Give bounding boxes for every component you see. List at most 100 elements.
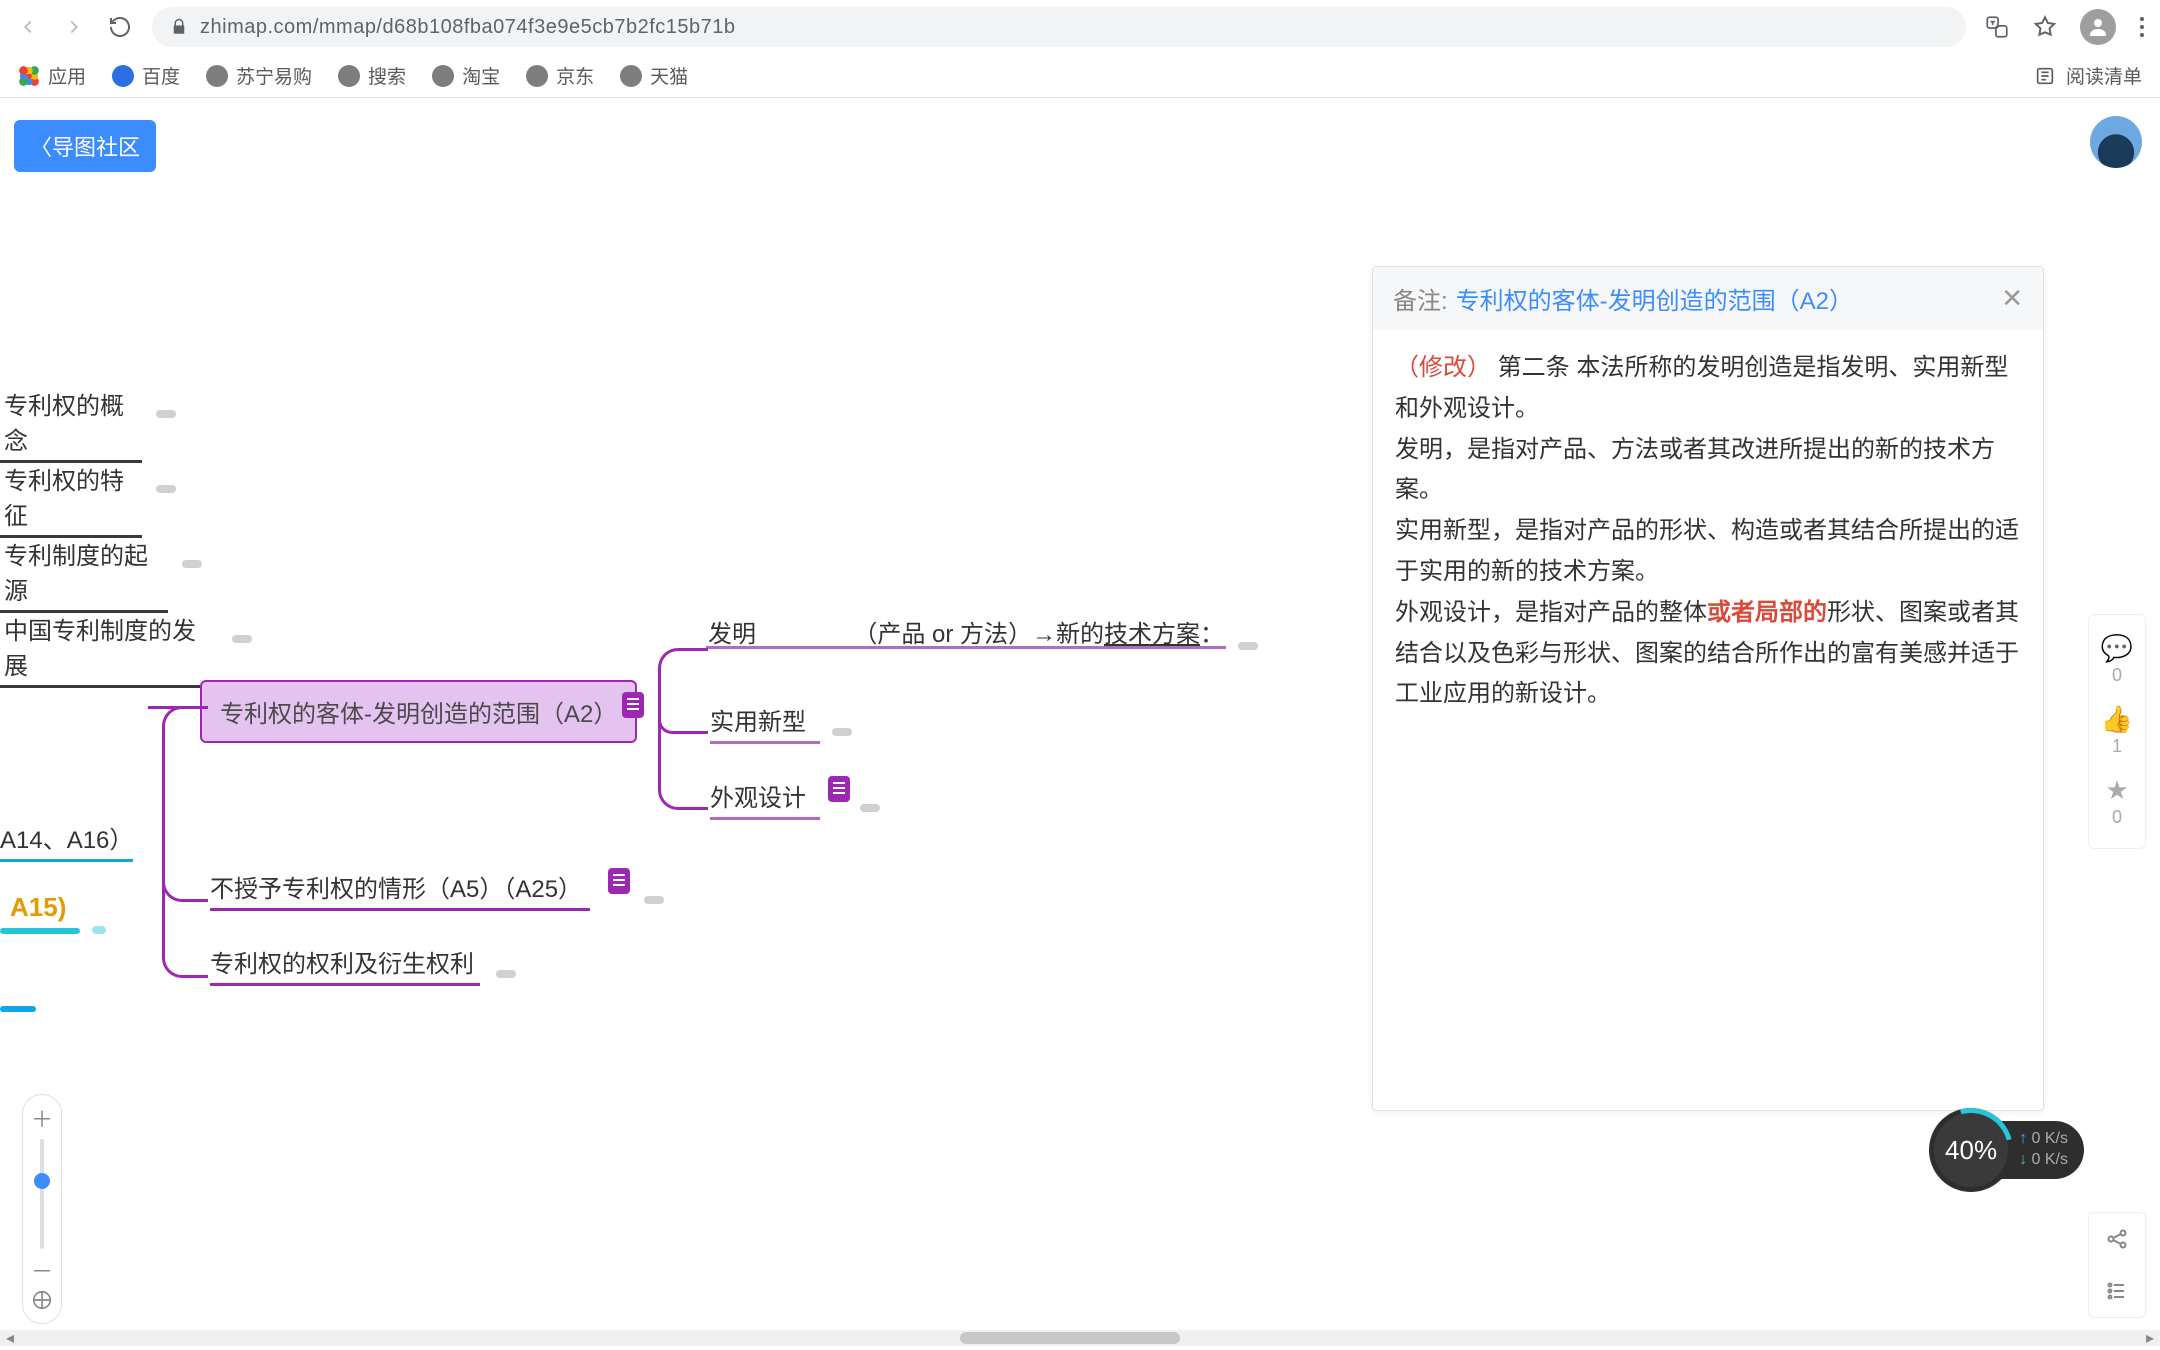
mm-underline — [706, 646, 1226, 649]
a15-underline — [0, 928, 80, 934]
mm-text: （产品 or 方法）→新的 — [853, 621, 1104, 648]
reading-list-icon — [2034, 65, 2056, 87]
ellipsis-icon[interactable] — [232, 635, 252, 643]
scroll-right-icon[interactable]: ▸ — [2140, 1328, 2160, 1348]
bookmark-suning[interactable]: 苏宁易购 — [206, 62, 312, 89]
notes-title[interactable]: 专利权的客体-发明创造的范围（A2） — [1456, 281, 1853, 316]
site-icon — [112, 65, 134, 87]
mm-node[interactable]: 专利权的概念 — [0, 386, 142, 463]
action-rail: 💬 0 👍 1 ★ 0 — [2088, 614, 2146, 849]
ellipsis-icon[interactable] — [644, 896, 664, 904]
ellipsis-icon[interactable] — [832, 728, 852, 736]
comment-icon: 💬 — [2101, 635, 2133, 661]
share-rail — [2088, 1212, 2146, 1318]
bookmark-label: 百度 — [142, 62, 180, 89]
scroll-track[interactable] — [20, 1330, 2140, 1346]
notes-body[interactable]: （修改） 第二条 本法所称的发明创造是指发明、实用新型和外观设计。 发明，是指对… — [1373, 330, 2043, 1110]
ellipsis-icon[interactable] — [156, 410, 176, 418]
notes-panel: 备注: 专利权的客体-发明创造的范围（A2） ✕ （修改） 第二条 本法所称的发… — [1372, 266, 2044, 1111]
scroll-thumb[interactable] — [960, 1332, 1180, 1344]
network-percent: 40% — [1929, 1108, 2013, 1192]
mm-node[interactable]: 中国专利制度的发展 — [0, 611, 218, 688]
bookmark-baidu[interactable]: 百度 — [112, 62, 180, 89]
favorite-count: 0 — [2112, 807, 2122, 828]
mm-node[interactable]: 不授予专利权的情形（A5）（A25） — [210, 869, 590, 911]
notes-mod-tag: （修改） — [1395, 354, 1491, 381]
ellipsis-icon[interactable] — [182, 560, 202, 568]
ellipsis-icon[interactable] — [156, 485, 176, 493]
bookmark-label: 应用 — [48, 62, 86, 89]
notes-text: 实用新型，是指对产品的形状、构造或者其结合所提出的适于实用的新的技术方案。 — [1395, 511, 2021, 593]
browser-chrome: zhimap.com/mmap/d68b108fba074f3e9e5cb7b2… — [0, 0, 2160, 99]
outline-button[interactable] — [2089, 1265, 2145, 1317]
ellipsis-icon[interactable] — [1238, 642, 1258, 650]
apps-icon — [18, 65, 40, 87]
list-icon — [2105, 1279, 2129, 1303]
thumbs-up-icon: 👍 — [2101, 706, 2133, 732]
reading-list[interactable]: 阅读清单 — [2034, 62, 2142, 89]
bookmark-label: 淘宝 — [462, 62, 500, 89]
horizontal-scrollbar[interactable]: ◂ ▸ — [0, 1330, 2160, 1346]
bookmark-label: 天猫 — [650, 62, 688, 89]
favorite-button[interactable]: ★ 0 — [2089, 767, 2145, 838]
mm-node[interactable]: 专利权的权利及衍生权利 — [210, 944, 480, 986]
address-bar[interactable]: zhimap.com/mmap/d68b108fba074f3e9e5cb7b2… — [152, 7, 1966, 47]
forward-icon[interactable] — [60, 13, 88, 41]
zoom-fit-button[interactable] — [27, 1285, 57, 1315]
bookmark-tmall[interactable]: 天猫 — [620, 62, 688, 89]
ellipsis-icon[interactable] — [860, 804, 880, 812]
bookmark-label: 苏宁易购 — [236, 62, 312, 89]
zoom-out-button[interactable]: － — [27, 1255, 57, 1285]
note-icon[interactable] — [622, 692, 644, 718]
reading-list-label: 阅读清单 — [2066, 62, 2142, 89]
back-icon[interactable] — [14, 13, 42, 41]
site-icon — [206, 65, 228, 87]
mm-text: ： — [1200, 621, 1224, 648]
zoom-in-button[interactable]: ＋ — [27, 1103, 57, 1133]
zoom-thumb[interactable] — [34, 1173, 50, 1189]
zoom-control: ＋ － — [22, 1094, 62, 1324]
notes-header: 备注: 专利权的客体-发明创造的范围（A2） ✕ — [1373, 267, 2043, 330]
mm-node-a15[interactable]: A15) — [10, 892, 66, 923]
bookmark-label: 京东 — [556, 62, 594, 89]
zoom-slider[interactable] — [40, 1139, 44, 1249]
bookmark-search[interactable]: 搜索 — [338, 62, 406, 89]
kebab-menu-icon[interactable] — [2138, 15, 2146, 39]
mm-node[interactable]: A14、A16） — [0, 820, 133, 862]
mm-text: 发明 — [708, 621, 756, 648]
site-icon — [432, 65, 454, 87]
mm-node-selected[interactable]: 专利权的客体-发明创造的范围（A2） — [200, 680, 637, 743]
note-icon[interactable] — [828, 776, 850, 802]
mm-node[interactable]: 外观设计 — [710, 778, 820, 820]
star-icon: ★ — [2105, 777, 2128, 803]
bookmark-jd[interactable]: 京东 — [526, 62, 594, 89]
star-icon[interactable] — [2032, 14, 2058, 40]
comment-button[interactable]: 💬 0 — [2089, 625, 2145, 696]
bookmark-label: 搜索 — [368, 62, 406, 89]
bookmark-apps[interactable]: 应用 — [18, 62, 86, 89]
comment-count: 0 — [2112, 665, 2122, 686]
bookmark-taobao[interactable]: 淘宝 — [432, 62, 500, 89]
site-icon — [526, 65, 548, 87]
lock-icon — [170, 18, 188, 36]
translate-icon[interactable] — [1984, 14, 2010, 40]
partial-line — [0, 1006, 36, 1012]
reload-icon[interactable] — [106, 13, 134, 41]
ellipsis-icon[interactable] — [92, 926, 106, 934]
share-button[interactable] — [2089, 1213, 2145, 1265]
scroll-left-icon[interactable]: ◂ — [0, 1328, 20, 1348]
network-widget[interactable]: 40% ↑ 0 K/s ↓ 0 K/s — [1929, 1108, 2084, 1192]
notes-prefix: 备注: — [1393, 281, 1448, 316]
address-bar-row: zhimap.com/mmap/d68b108fba074f3e9e5cb7b2… — [0, 0, 2160, 54]
like-button[interactable]: 👍 1 — [2089, 696, 2145, 767]
ellipsis-icon[interactable] — [496, 970, 516, 978]
profile-avatar-icon[interactable] — [2080, 9, 2116, 45]
addr-right-icons — [1984, 9, 2146, 45]
notes-text: 或者局部的 — [1707, 599, 1827, 626]
mm-node[interactable]: 专利权的特征 — [0, 461, 142, 538]
close-icon[interactable]: ✕ — [2001, 283, 2023, 314]
note-icon[interactable] — [608, 868, 630, 894]
mm-node[interactable]: 专利制度的起源 — [0, 536, 168, 613]
share-icon — [2105, 1227, 2129, 1251]
mm-node[interactable]: 实用新型 — [710, 702, 820, 744]
